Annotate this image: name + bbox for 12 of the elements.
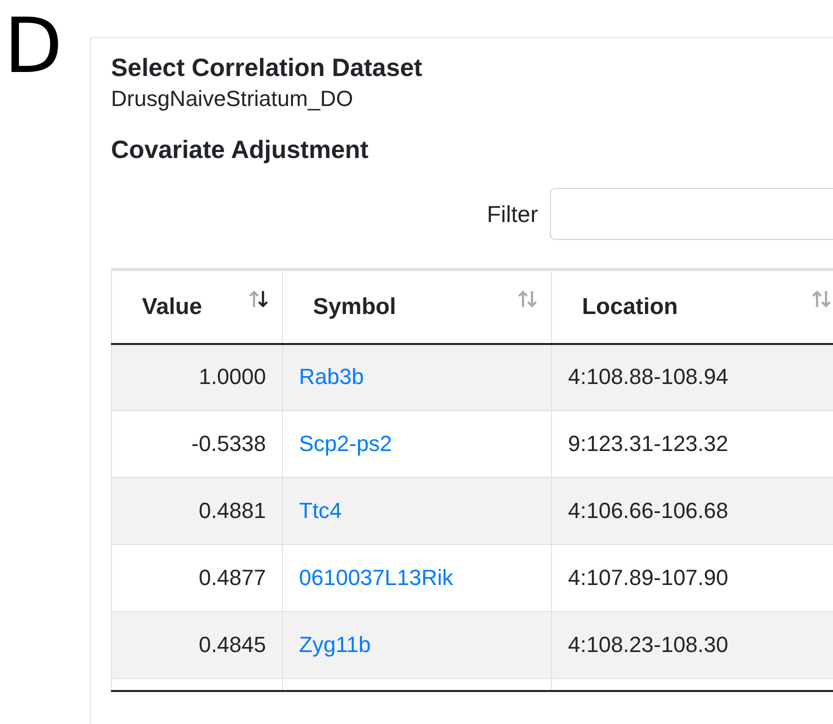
table-cell: 0.4845 <box>112 612 282 678</box>
gene-link[interactable]: Rab3b <box>299 364 364 390</box>
section-heading: Covariate Adjustment <box>111 135 370 166</box>
panel-letter: D <box>3 0 64 84</box>
filter-label: Filter <box>486 200 538 228</box>
gene-link[interactable]: Zyg11b <box>299 632 371 657</box>
gene-link[interactable]: Ttc4 <box>299 498 342 523</box>
dataset-name: DrusgNaiveStriatum_DO <box>111 85 354 113</box>
gene-link[interactable]: Scp2-ps2 <box>299 431 392 456</box>
section-heading: Select Correlation Dataset <box>111 53 424 84</box>
filter-field[interactable] <box>550 188 833 240</box>
sort-icon[interactable] <box>248 289 270 309</box>
